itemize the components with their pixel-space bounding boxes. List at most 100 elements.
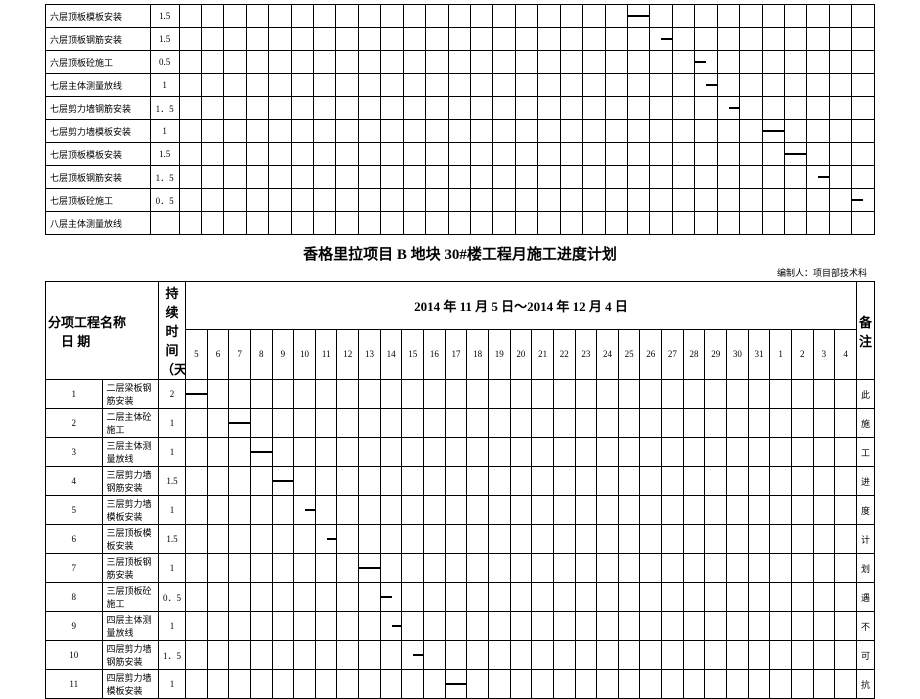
gantt-bar [695,61,706,63]
task-index: 6 [46,525,103,554]
task-duration: 1 [159,496,186,525]
task-name: 七层主体测量放线 [46,74,151,97]
gantt-bar [273,480,294,482]
task-duration: 1 [159,409,186,438]
task-duration: 0.5 [150,51,179,74]
task-duration: 1 [150,120,179,143]
task-index: 1 [46,380,103,409]
gantt-bar [852,199,863,201]
task-name: 四层剪力墙钢筋安装 [102,641,159,670]
task-name: 三层主体测量放线 [102,438,159,467]
notes-cell: 度 [857,496,875,525]
day-header: 31 [748,329,770,379]
notes-cell: 遇 [857,583,875,612]
task-duration: 1 [150,74,179,97]
day-header: 10 [294,329,316,379]
day-header: 6 [207,329,229,379]
day-header: 3 [813,329,835,379]
task-name: 四层剪力墙模板安装 [102,670,159,699]
gantt-bar [706,84,717,86]
day-header: 14 [380,329,402,379]
task-duration: 1 [159,554,186,583]
task-name: 四层主体测量放线 [102,612,159,641]
task-duration: 0．5 [150,189,179,212]
gantt-bar [446,683,467,685]
task-name: 二层梁板钢筋安装 [102,380,159,409]
gantt-bar [413,654,423,656]
gantt-bar [661,38,672,40]
task-index: 4 [46,467,103,496]
gantt-table-top: 六层顶板模板安装1.5六层顶板钢筋安装1.5六层顶板砼施工0.5七层主体测量放线… [45,4,875,235]
author-label: 编制人：项目部技术科 [45,266,867,279]
gantt-bar [763,130,785,132]
task-duration: 1.5 [159,525,186,554]
gantt-bar [229,422,250,424]
task-name: 七层剪力墙钢筋安装 [46,97,151,120]
day-header: 29 [705,329,727,379]
task-name: 三层顶板钢筋安装 [102,554,159,583]
task-name: 七层顶板钢筋安装 [46,166,151,189]
notes-cell: 施 [857,409,875,438]
task-duration: 1 [159,438,186,467]
day-header: 18 [467,329,489,379]
gantt-bar [392,625,402,627]
task-duration [150,212,179,235]
day-header: 8 [250,329,272,379]
header-notes: 备注 [857,282,875,380]
day-header: 27 [662,329,684,379]
task-index: 10 [46,641,103,670]
day-header: 16 [424,329,446,379]
header-duration: 持续时间（天） [159,282,186,380]
task-duration: 1．5 [150,97,179,120]
task-duration: 1．5 [150,166,179,189]
task-index: 2 [46,409,103,438]
task-name: 六层顶板模板安装 [46,5,151,28]
task-name: 七层顶板砼施工 [46,189,151,212]
day-header: 13 [359,329,381,379]
day-header: 22 [553,329,575,379]
gantt-bar [359,567,380,569]
task-name: 六层顶板砼施工 [46,51,151,74]
gantt-bar [186,393,207,395]
day-header: 7 [229,329,251,379]
day-header: 1 [770,329,792,379]
day-header: 28 [683,329,705,379]
day-header: 23 [575,329,597,379]
gantt-bar [729,107,740,109]
task-name: 三层顶板模板安装 [102,525,159,554]
notes-cell: 进 [857,467,875,496]
day-header: 26 [640,329,662,379]
notes-cell: 可 [857,641,875,670]
notes-cell: 计 [857,525,875,554]
day-header: 12 [337,329,359,379]
day-header: 21 [532,329,554,379]
gantt-table-bottom: 分项工程名称 日 期持续时间（天）2014 年 11 月 5 日～2014 年 … [45,281,875,699]
notes-cell: 抗 [857,670,875,699]
day-header: 30 [727,329,749,379]
task-name: 三层顶板砼施工 [102,583,159,612]
task-duration: 1 [159,670,186,699]
date-range: 2014 年 11 月 5 日～2014 年 12 月 4 日 [186,282,857,330]
gantt-bar [628,15,650,17]
gantt-bar [305,509,315,511]
task-duration: 2 [159,380,186,409]
task-index: 11 [46,670,103,699]
notes-cell: 工 [857,438,875,467]
task-duration: 1.5 [159,467,186,496]
task-name: 七层剪力墙模板安装 [46,120,151,143]
gantt-bar [818,176,829,178]
day-header: 2 [791,329,813,379]
day-header: 19 [488,329,510,379]
task-duration: 1 [159,612,186,641]
gantt-bar [251,451,272,453]
task-index: 7 [46,554,103,583]
notes-cell: 此 [857,380,875,409]
notes-cell: 划 [857,554,875,583]
day-header: 15 [402,329,424,379]
page-title: 香格里拉项目 B 地块 30#楼工程月施工进度计划 [45,243,875,264]
task-duration: 0．5 [159,583,186,612]
day-header: 17 [445,329,467,379]
day-header: 11 [315,329,337,379]
day-header: 5 [186,329,208,379]
notes-cell: 不 [857,612,875,641]
